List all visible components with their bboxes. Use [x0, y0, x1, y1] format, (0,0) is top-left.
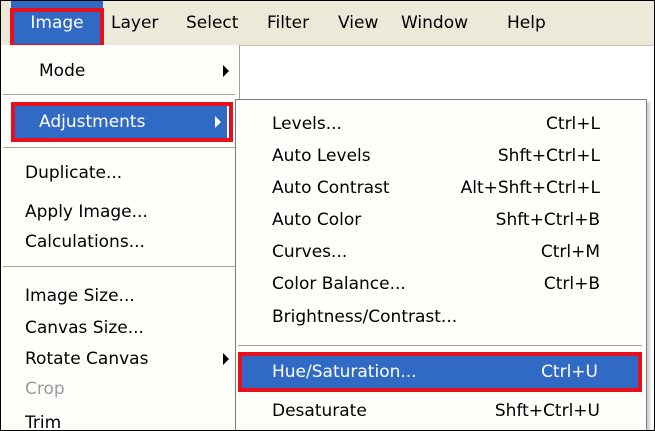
submenu-item-brightness-contrast[interactable]: Brightness/Contrast... — [236, 301, 646, 333]
adjustments-callout — [11, 102, 233, 142]
submenu-item-auto-levels[interactable]: Auto Levels Shft+Ctrl+L — [236, 140, 646, 172]
menu-window[interactable]: Window — [401, 1, 468, 45]
menu-view[interactable]: View — [338, 1, 378, 45]
color-balance-label: Color Balance... — [272, 274, 406, 294]
menu-filter[interactable]: Filter — [267, 1, 309, 45]
submenu-item-auto-color[interactable]: Auto Color Shft+Ctrl+B — [236, 204, 646, 236]
auto-color-shortcut: Shft+Ctrl+B — [495, 210, 600, 230]
menu-separator — [238, 345, 642, 347]
brightness-contrast-label: Brightness/Contrast... — [272, 307, 458, 327]
menu-item-calculations[interactable]: Calculations... — [25, 226, 145, 258]
menu-item-crop: Crop — [25, 379, 65, 399]
menu-separator — [3, 266, 235, 268]
auto-levels-shortcut: Shft+Ctrl+L — [497, 146, 600, 166]
submenu-arrow-icon — [223, 353, 229, 365]
menu-item-trim[interactable]: Trim — [25, 407, 61, 430]
levels-label: Levels... — [272, 114, 342, 134]
menu-item-duplicate[interactable]: Duplicate... — [25, 157, 122, 189]
menu-item-apply-image[interactable]: Apply Image... — [25, 196, 148, 228]
auto-contrast-shortcut: Alt+Shft+Ctrl+L — [460, 178, 600, 198]
menu-help[interactable]: Help — [507, 1, 546, 45]
menu-item-rotate-canvas-label: Rotate Canvas — [25, 349, 149, 369]
menu-select[interactable]: Select — [186, 1, 238, 45]
color-balance-shortcut: Ctrl+B — [543, 274, 600, 294]
submenu-item-auto-contrast[interactable]: Auto Contrast Alt+Shft+Ctrl+L — [236, 172, 646, 204]
submenu-item-color-balance[interactable]: Color Balance... Ctrl+B — [236, 268, 646, 300]
menu-separator — [3, 147, 235, 149]
levels-shortcut: Ctrl+L — [546, 114, 600, 134]
image-menu-callout — [10, 8, 104, 48]
submenu-item-levels[interactable]: Levels... Ctrl+L — [236, 108, 646, 140]
adjustments-submenu: Levels... Ctrl+L Auto Levels Shft+Ctrl+L… — [235, 99, 647, 430]
desaturate-shortcut: Shft+Ctrl+U — [494, 401, 600, 421]
menu-separator — [3, 94, 235, 96]
submenu-arrow-icon — [223, 65, 229, 77]
submenu-item-desaturate[interactable]: Desaturate Shft+Ctrl+U — [236, 395, 646, 427]
menu-item-mode-label: Mode — [39, 61, 86, 81]
image-menu: Mode Adjustments Duplicate... Apply Imag… — [1, 45, 240, 430]
menu-item-image-size[interactable]: Image Size... — [25, 280, 135, 312]
auto-contrast-label: Auto Contrast — [272, 178, 390, 198]
menu-item-mode[interactable]: Mode — [1, 55, 239, 87]
desaturate-label: Desaturate — [272, 401, 367, 421]
hue-saturation-callout — [238, 352, 642, 392]
menu-item-canvas-size[interactable]: Canvas Size... — [25, 312, 144, 344]
auto-levels-label: Auto Levels — [272, 146, 371, 166]
menu-item-rotate-canvas[interactable]: Rotate Canvas — [1, 343, 239, 375]
auto-color-label: Auto Color — [272, 210, 362, 230]
submenu-item-curves[interactable]: Curves... Ctrl+M — [236, 236, 646, 268]
app-window: Image Layer Select Filter View Window He… — [0, 0, 655, 431]
curves-shortcut: Ctrl+M — [540, 242, 600, 262]
menu-layer[interactable]: Layer — [111, 1, 158, 45]
curves-label: Curves... — [272, 242, 348, 262]
